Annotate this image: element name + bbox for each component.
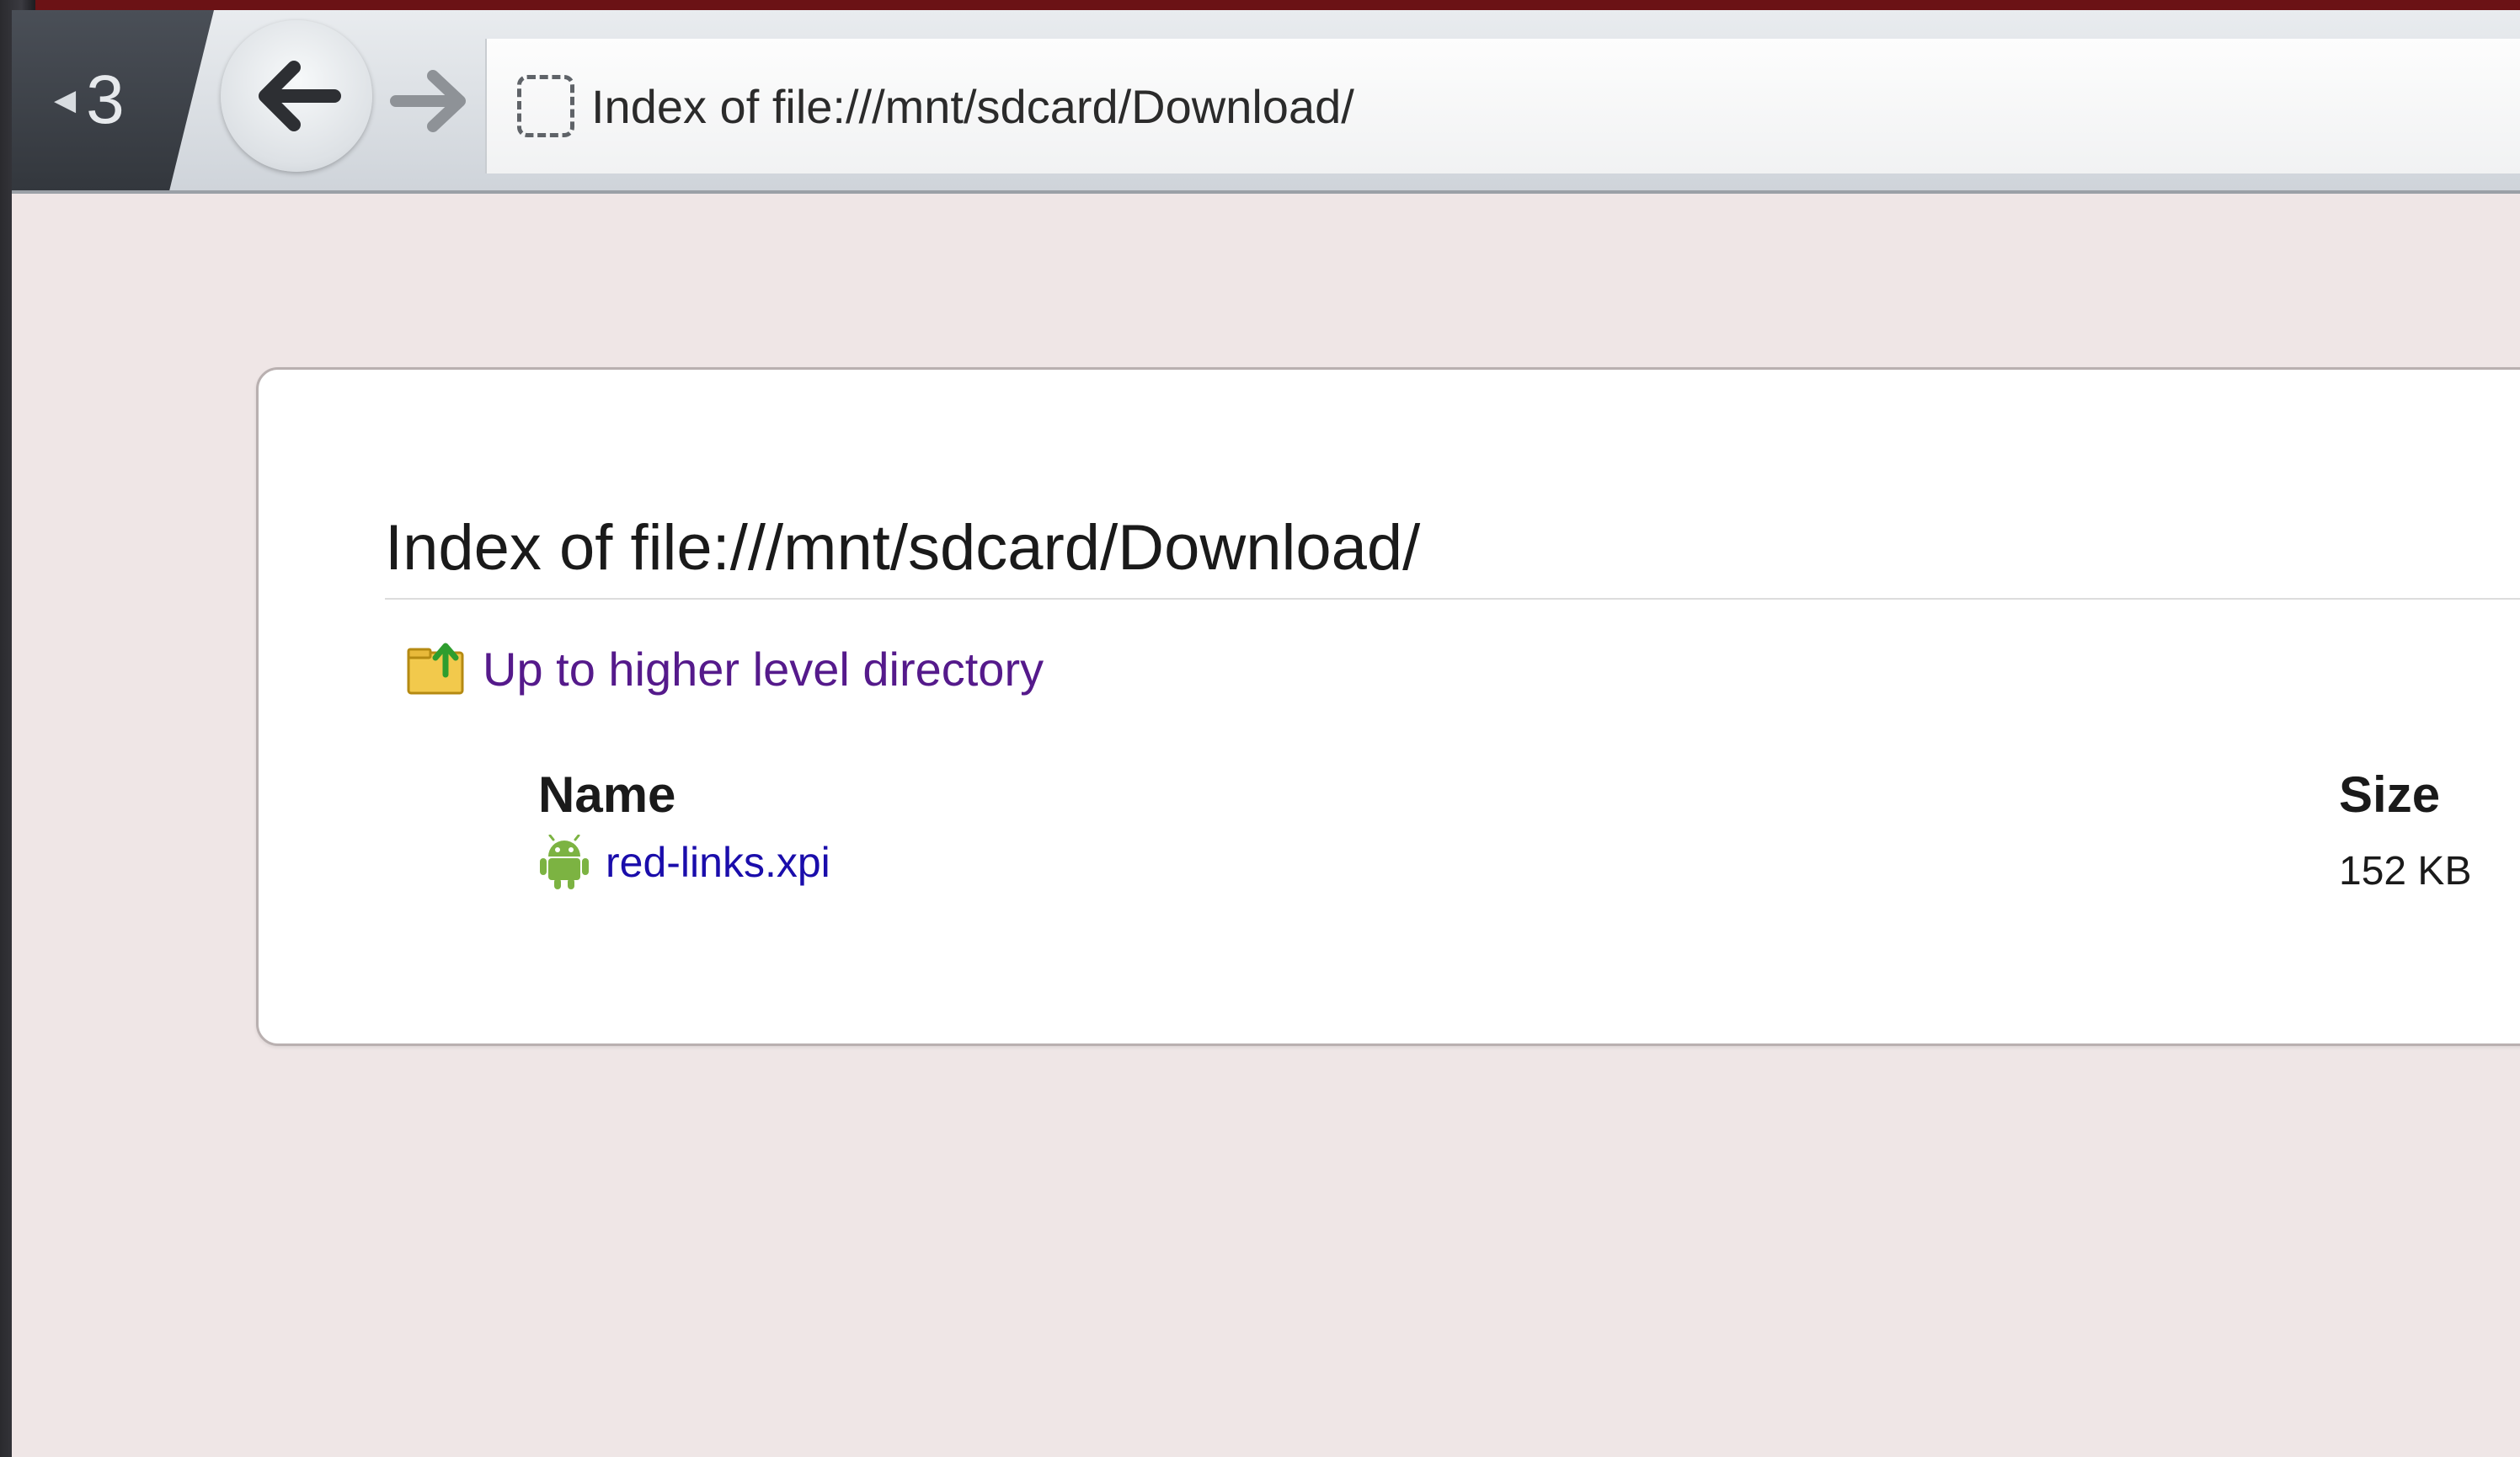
folder-up-icon [407, 643, 464, 695]
file-link[interactable]: red-links.xpi [606, 838, 830, 887]
tab-count: 3 [86, 61, 125, 138]
column-header-size[interactable]: Size [2339, 766, 2440, 824]
arrow-left-icon [259, 61, 341, 131]
page-title: Index of file:///mnt/sdcard/Download/ [385, 511, 2520, 600]
up-directory-link[interactable]: Up to higher level directory [407, 641, 1044, 696]
forward-button[interactable] [379, 51, 480, 152]
back-button[interactable] [221, 20, 372, 172]
tabs-button[interactable]: ◀ 3 [12, 10, 214, 190]
browser-toolbar: ◀ 3 Index of file:///mnt/sdcard/Download… [12, 10, 2520, 194]
address-bar[interactable]: Index of file:///mnt/sdcard/Download/ [485, 39, 2520, 173]
up-directory-label: Up to higher level directory [483, 642, 1044, 696]
android-icon [540, 835, 589, 889]
chevron-left-icon: ◀ [54, 83, 77, 117]
address-text: Index of file:///mnt/sdcard/Download/ [591, 79, 1354, 133]
arrow-right-icon [390, 70, 466, 132]
file-size: 152 KB [2339, 849, 2472, 894]
column-header-name[interactable]: Name [538, 766, 675, 824]
directory-listing-card: Index of file:///mnt/sdcard/Download/ Up… [256, 367, 2520, 1046]
browser-window: ◀ 3 Index of file:///mnt/sdcard/Download… [12, 10, 2520, 1457]
site-identity-icon [517, 75, 574, 137]
table-row: red-links.xpi [538, 835, 830, 890]
